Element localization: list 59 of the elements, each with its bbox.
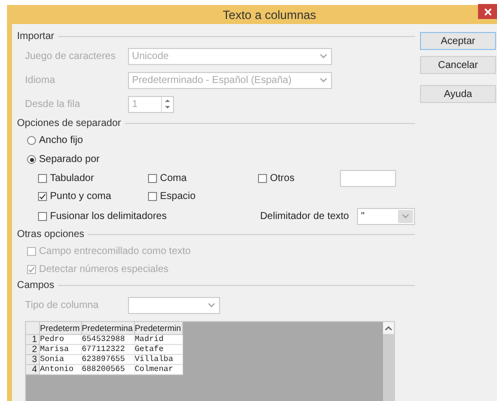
checkbox[interactable] (38, 192, 47, 200)
row-number: 1 (26, 335, 40, 345)
table-cell: 654532988 (82, 335, 135, 345)
checkbox-label[interactable]: Espacio (160, 190, 196, 202)
table-cell: 677112322 (82, 345, 135, 355)
checkbox-label[interactable]: Punto y coma (50, 190, 112, 202)
table-cell: Colmenar (134, 365, 184, 375)
dropdown[interactable]: " (357, 208, 415, 224)
row-number: 2 (26, 345, 40, 355)
radio-label[interactable]: Ancho fijo (39, 135, 83, 146)
field-label: Tipo de columna (24, 300, 100, 310)
section-heading: Campos (17, 280, 54, 291)
column-header[interactable]: Predetermin (134, 322, 184, 335)
column-header[interactable]: Predeterm (40, 322, 82, 335)
radio-label[interactable]: Separado por (39, 154, 100, 165)
table-cell: 688200565 (82, 365, 135, 375)
row-number: 3 (26, 355, 40, 365)
table-cell: Villalba (134, 355, 184, 365)
chevron-down-icon[interactable] (402, 214, 409, 218)
dialog-button[interactable]: Aceptar (420, 32, 496, 50)
table-cell: Madrid (134, 335, 184, 345)
row-number: 4 (26, 365, 40, 375)
field-label: Juego de caracteres (24, 50, 117, 62)
checkbox[interactable] (38, 212, 47, 220)
section-heading: Otras opciones (17, 229, 84, 240)
chevron-down-icon[interactable] (208, 302, 215, 308)
window-title: Texto a columnas (222, 8, 316, 22)
table-cell: Getafe (134, 345, 184, 355)
section-heading: Importar (17, 31, 54, 42)
section-heading: Opciones de separador (17, 118, 121, 129)
table-cell: Marisa (40, 345, 82, 355)
table-cell: Antonio (40, 365, 82, 375)
radio-button[interactable] (27, 155, 36, 164)
scrollbar[interactable] (383, 322, 394, 401)
table-cell: 623897655 (82, 355, 135, 365)
checkbox[interactable] (258, 174, 267, 182)
field-label: Idioma (24, 74, 56, 86)
dialog-button[interactable]: Cancelar (420, 56, 496, 74)
column-header[interactable]: Predetermina (82, 322, 135, 335)
chevron-down-icon[interactable] (320, 78, 327, 82)
chevron-down-icon[interactable] (320, 54, 327, 58)
checkbox[interactable] (148, 174, 157, 182)
table-cell: Sonia (40, 355, 82, 365)
field-label: Delimitador de texto (260, 210, 349, 222)
checkbox-label[interactable]: Otros (270, 172, 294, 184)
checkbox[interactable] (38, 174, 47, 182)
checkbox[interactable] (148, 192, 157, 200)
scroll-up-icon[interactable] (383, 322, 394, 334)
checkbox-label[interactable]: Tabulador (50, 172, 94, 184)
radio-button[interactable] (27, 136, 36, 145)
spin-arrows-icon[interactable] (161, 96, 173, 112)
checkbox-label[interactable]: Coma (160, 172, 187, 184)
close-button[interactable] (478, 4, 497, 19)
dialog-button[interactable]: Ayuda (420, 85, 496, 103)
table-cell: Pedro (40, 335, 82, 345)
close-icon (484, 8, 492, 16)
field-label: Desde la fila (24, 98, 82, 110)
checkbox-label[interactable]: Fusionar los delimitadores (50, 210, 167, 222)
other-separator-field[interactable] (340, 170, 396, 186)
